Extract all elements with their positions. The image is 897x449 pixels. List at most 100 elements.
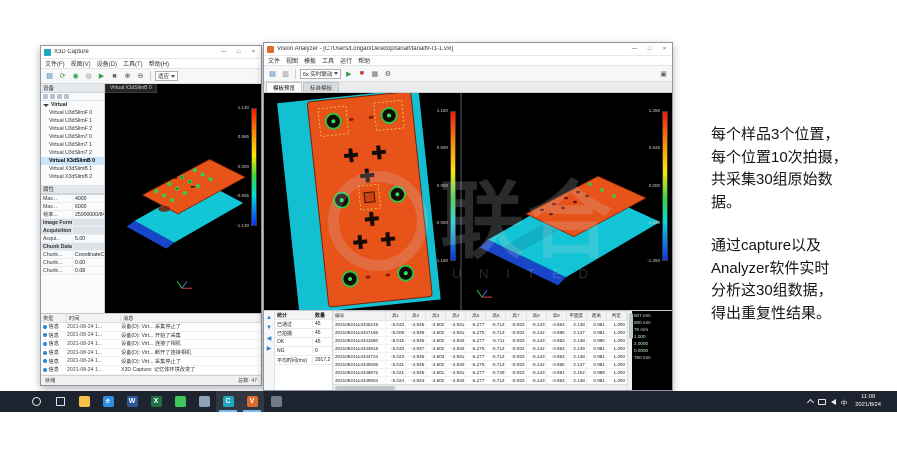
capture-titlebar[interactable]: X3D Capture — □ × <box>41 46 261 59</box>
zoom-in-button[interactable]: ⊕ <box>122 71 133 82</box>
scrollbar-thumb[interactable] <box>629 313 633 339</box>
result-row[interactable]: 20210824113435219-5.033-4.935-4.902-4.93… <box>334 321 627 329</box>
settings-button[interactable]: ⚙ <box>382 68 393 79</box>
device-tree-root[interactable]: Virtual <box>41 101 104 109</box>
x3d-capture-window[interactable]: X3D Capture — □ × 文件(F) 视图(V) 设备(D) 工具(T) 帮助… <box>40 45 262 386</box>
vertical-scrollbar[interactable] <box>627 311 632 390</box>
property-group-row[interactable]: Chunk Data Control <box>41 243 104 251</box>
log-row[interactable]: 信息2021-08-24 1...设备(D): Virt... 断开了连接相机 <box>41 349 261 358</box>
device-tree-item[interactable]: Virtual U3dSlimF 1 <box>41 117 104 125</box>
analyzer-menu-item-4[interactable]: 工具 <box>322 56 334 65</box>
maximize-button[interactable]: □ <box>231 46 246 58</box>
stop-button[interactable]: ■ <box>356 68 367 79</box>
result-row[interactable]: 20210824113443918-5.033-4.937-4.602-4.93… <box>334 345 627 353</box>
start-acquisition-button[interactable]: ▶ <box>96 71 107 82</box>
device-tree-item[interactable]: Virtual U3dSlimF 2 <box>41 125 104 133</box>
volume-icon[interactable] <box>831 399 836 405</box>
play-button[interactable]: ▶ <box>343 68 354 79</box>
zoom-out-button[interactable]: ⊖ <box>135 71 146 82</box>
page-first-button[interactable]: ◀ <box>265 334 273 342</box>
capture-3d-viewport[interactable]: Virtual X3dSlimB 0 <box>105 84 261 313</box>
property-row[interactable]: 帧率...25000000/840 <box>41 211 104 219</box>
result-row[interactable]: 20210824113444724-5.023-4.936-4.603-4.93… <box>334 353 627 361</box>
property-row[interactable]: Chunk...0.08 <box>41 267 104 275</box>
device-toolbar-icon[interactable] <box>64 94 69 99</box>
page-last-button[interactable]: ▶ <box>265 344 273 352</box>
ime-indicator[interactable]: 中 <box>841 397 848 407</box>
property-row[interactable]: Acqui...5.00 <box>41 235 104 243</box>
result-row[interactable]: 20210824113448904-5.024-4.934-4.602-4.93… <box>334 377 627 385</box>
vision-analyzer-window[interactable]: Vision Analyzer - [C:/Users/Longan/Deskt… <box>263 42 673 391</box>
file-explorer-button[interactable] <box>72 391 96 412</box>
network-icon[interactable] <box>818 399 826 405</box>
grid-button[interactable]: ▦ <box>369 68 380 79</box>
device-tree-item[interactable]: Virtual U3dSlimF 0 <box>41 109 104 117</box>
minimize-button[interactable]: — <box>627 43 642 55</box>
task-view-button[interactable] <box>48 391 72 412</box>
log-row[interactable]: 信息2021-08-24 1...设备(D): Virt... 采集停止了 <box>41 357 261 366</box>
open-button[interactable]: ▥ <box>280 68 291 79</box>
capture-menu-item-2[interactable]: 视图(V) <box>71 59 91 68</box>
property-row[interactable]: Chunk...CoordinateC <box>41 251 104 259</box>
taskbar[interactable]: eWX CV 中 11:09 2021/8/24 <box>0 391 897 412</box>
connect-camera-button[interactable]: ◉ <box>70 71 81 82</box>
capture-menu-item-1[interactable]: 文件(F) <box>45 59 65 68</box>
close-button[interactable]: × <box>246 46 261 58</box>
horizontal-scrollbar[interactable] <box>333 384 627 390</box>
save-button[interactable]: ▤ <box>44 71 55 82</box>
vision-analyzer-taskbar-button[interactable]: V <box>240 391 264 412</box>
analyzer-menu-item-5[interactable]: 运行 <box>340 56 352 65</box>
wechat-button[interactable] <box>168 391 192 412</box>
device-tree-item[interactable]: Virtual U3dSlim7 0 <box>41 133 104 141</box>
word-button[interactable]: W <box>120 391 144 412</box>
close-button[interactable]: × <box>657 43 672 55</box>
row-up-button[interactable]: ▲ <box>265 314 273 322</box>
analyzer-tab-1[interactable]: 模板预览 <box>266 82 302 92</box>
log-row[interactable]: 信息2021-08-24 1...X3D Capture: 记忆体环境改变了 <box>41 366 261 375</box>
zoom-fit-combobox[interactable]: 适应 <box>155 71 178 81</box>
disconnect-camera-button[interactable]: ◎ <box>83 71 94 82</box>
start-button[interactable] <box>0 391 24 412</box>
refresh-button[interactable]: ⟳ <box>57 71 68 82</box>
property-row[interactable]: Max...6000 <box>41 203 104 211</box>
maximize-button[interactable]: □ <box>642 43 657 55</box>
capture-menu-item-4[interactable]: 工具(T) <box>123 59 143 68</box>
camera-settings-button[interactable]: ▣ <box>658 68 669 79</box>
device-tree-item[interactable]: Virtual X3dSlimB 1 <box>41 165 104 173</box>
live-link-combobox[interactable]: 6x 实时联动 <box>300 69 341 79</box>
log-row[interactable]: 信息2021-08-24 1...设备(D): Virt... 开始了采集 <box>41 332 261 341</box>
analyzer-menu-item-6[interactable]: 帮助 <box>358 56 370 65</box>
log-row[interactable]: 信息2021-08-24 1...设备(D): Virt... 连接了相机 <box>41 340 261 349</box>
device-tree-item[interactable]: Virtual X3dSlimB 0 <box>41 157 104 165</box>
device-tree-item[interactable]: Virtual X3dSlimB 2 <box>41 173 104 181</box>
search-button[interactable] <box>24 391 48 412</box>
edge-browser-button[interactable]: e <box>96 391 120 412</box>
result-row[interactable]: 20210824113441580-5.015-4.936-4.602-4.93… <box>334 337 627 345</box>
result-row[interactable]: 20210824113437166-5.009-4.939-4.602-4.93… <box>334 329 627 337</box>
device-tree-item[interactable]: Virtual U3dSlim7 2 <box>41 149 104 157</box>
property-row[interactable]: Max...4000 <box>41 195 104 203</box>
x3d-capture-taskbar-button[interactable]: C <box>216 391 240 412</box>
taskbar-clock[interactable]: 11:09 2021/8/24 <box>852 394 884 408</box>
analyzer-3d-view-iso[interactable]: 1.2500.6250.000-0.625-1.250 <box>462 93 672 310</box>
capture-menu-item-3[interactable]: 设备(D) <box>97 59 117 68</box>
device-toolbar-icon[interactable] <box>50 94 55 99</box>
stop-acquisition-button[interactable]: ■ <box>109 71 120 82</box>
minimize-button[interactable]: — <box>216 46 231 58</box>
property-group-row[interactable]: Image Format Control <box>41 219 104 227</box>
device-toolbar-icon[interactable] <box>43 94 48 99</box>
analyzer-3d-view-top[interactable]: 1.1800.5900.000-0.590-1.180 <box>264 93 460 310</box>
excel-button[interactable]: X <box>144 391 168 412</box>
capture-menu-item-5[interactable]: 帮助(H) <box>149 59 169 68</box>
viewport-tab[interactable]: Virtual X3dSlimB 0 <box>105 84 157 93</box>
log-row[interactable]: 信息2021-08-24 1...设备(D): Virt... 采集停止了 <box>41 323 261 332</box>
property-row[interactable]: Chunk...0.00 <box>41 259 104 267</box>
analyzer-menu-item-1[interactable]: 文件 <box>268 56 280 65</box>
analyzer-menu-item-3[interactable]: 模板 <box>304 56 316 65</box>
save-button[interactable]: ▤ <box>267 68 278 79</box>
result-row[interactable]: 20210824113446672-5.021-4.935-4.601-4.93… <box>334 369 627 377</box>
settings-taskbar-button[interactable] <box>264 391 288 412</box>
notepad-button[interactable] <box>192 391 216 412</box>
row-down-button[interactable]: ▼ <box>265 324 273 332</box>
result-row[interactable]: 20210824113445506-5.031-4.935-4.602-4.93… <box>334 361 627 369</box>
